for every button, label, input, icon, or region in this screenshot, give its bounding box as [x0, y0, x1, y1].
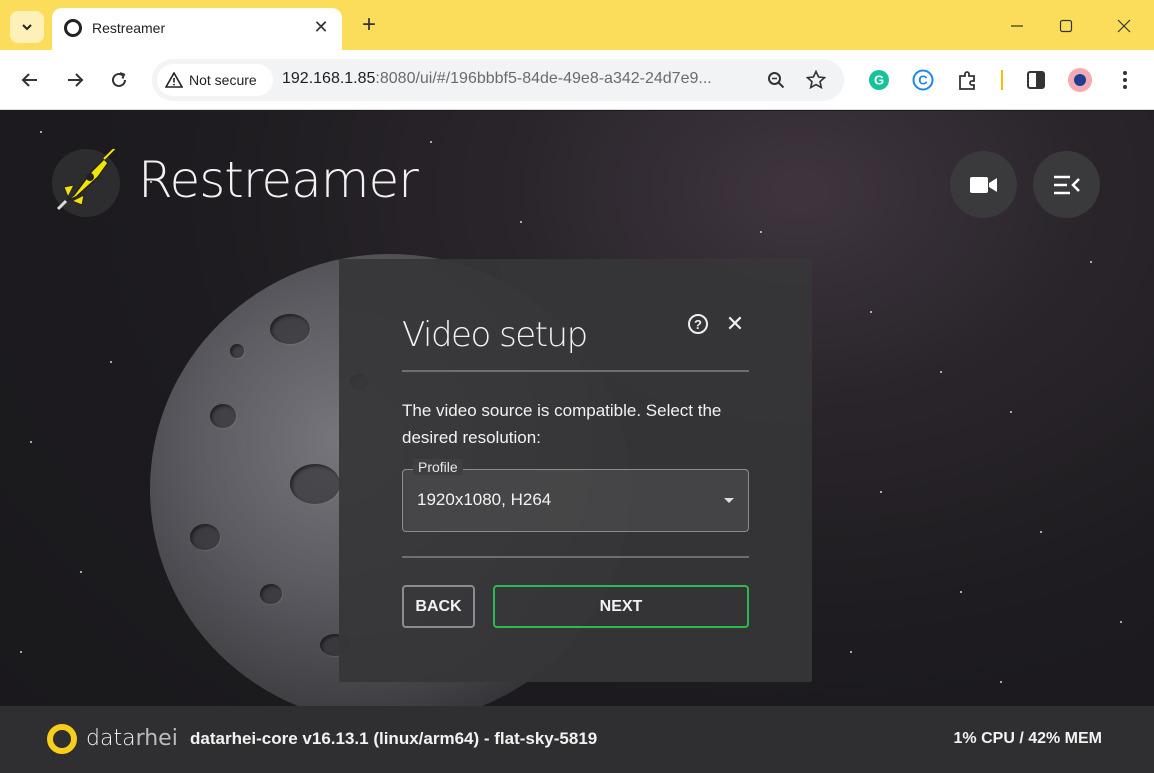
- toolbar-separator: [1001, 70, 1003, 90]
- rocket-icon: [56, 146, 117, 211]
- address-bar[interactable]: Not secure 192.168.1.85:8080/ui/#/196bbb…: [152, 59, 844, 101]
- browser-tab[interactable]: Restreamer ✕: [52, 8, 342, 50]
- star: [1090, 261, 1092, 263]
- profile-select[interactable]: Profile 1920x1080, H264: [402, 459, 749, 532]
- side-panel-icon[interactable]: [1023, 67, 1049, 93]
- crater: [270, 314, 310, 344]
- menu-button[interactable]: [1033, 151, 1100, 218]
- browser-tabbar: Restreamer ✕ +: [0, 0, 1154, 50]
- video-camera-button[interactable]: [950, 151, 1017, 218]
- bookmark-star-icon[interactable]: [804, 68, 828, 92]
- svg-text:C: C: [918, 73, 928, 88]
- forward-arrow-icon[interactable]: [58, 63, 92, 97]
- profile-label: Profile: [413, 459, 463, 475]
- next-button[interactable]: NEXT: [493, 585, 749, 628]
- star: [520, 221, 522, 223]
- warning-icon: [165, 72, 183, 88]
- star: [940, 371, 942, 373]
- crater: [230, 344, 244, 358]
- restreamer-favicon-icon: [64, 19, 82, 37]
- close-icon[interactable]: ✕: [723, 311, 747, 336]
- star: [760, 231, 762, 233]
- extension-c-icon[interactable]: C: [910, 67, 936, 93]
- resource-stats: 1% CPU / 42% MEM: [953, 730, 1102, 747]
- window-close-icon[interactable]: [1109, 11, 1139, 41]
- datarhei-brand: datarhei: [86, 726, 178, 751]
- new-tab-button[interactable]: +: [356, 12, 382, 38]
- browser-toolbar: Not secure 192.168.1.85:8080/ui/#/196bbb…: [0, 50, 1154, 110]
- star: [1010, 411, 1012, 413]
- brand-title: Restreamer: [138, 151, 419, 209]
- divider: [402, 370, 749, 372]
- menu-open-icon: [1053, 175, 1080, 194]
- star: [1040, 531, 1042, 533]
- dropdown-caret-icon: [724, 498, 734, 503]
- svg-text:G: G: [874, 73, 884, 88]
- star: [20, 651, 22, 653]
- grammarly-icon[interactable]: G: [866, 67, 892, 93]
- crater: [210, 404, 236, 428]
- minimize-icon[interactable]: [1002, 11, 1032, 41]
- maximize-icon[interactable]: [1051, 11, 1081, 41]
- star: [430, 141, 432, 143]
- star: [80, 571, 82, 573]
- crater: [260, 584, 282, 604]
- tab-search-button[interactable]: [10, 11, 44, 43]
- dialog-title: Video setup: [402, 315, 588, 355]
- url-path: :8080/ui/#/196bbbf5-84de-49e8-a342-24d7e…: [375, 70, 712, 87]
- back-button[interactable]: BACK: [402, 585, 475, 628]
- back-arrow-icon[interactable]: [13, 63, 47, 97]
- browser-menu-icon[interactable]: [1112, 67, 1138, 93]
- datarhei-logo-icon: [47, 724, 77, 754]
- crater: [290, 464, 340, 504]
- url-host: 192.168.1.85: [282, 70, 376, 87]
- star: [850, 651, 852, 653]
- star: [1000, 681, 1002, 683]
- url-text[interactable]: 192.168.1.85:8080/ui/#/196bbbf5-84de-49e…: [282, 70, 712, 88]
- security-label: Not secure: [189, 72, 257, 88]
- star: [870, 311, 872, 313]
- footer: datarhei datarhei-core v16.13.1 (linux/a…: [0, 706, 1154, 773]
- star: [40, 131, 42, 133]
- profile-value: 1920x1080, H264: [417, 490, 552, 509]
- chevron-down-icon: [22, 24, 32, 31]
- restreamer-logo[interactable]: [52, 146, 120, 217]
- star: [960, 591, 962, 593]
- help-icon[interactable]: ?: [688, 314, 708, 334]
- star: [1120, 621, 1122, 623]
- profile-avatar[interactable]: [1067, 67, 1093, 93]
- video-camera-icon: [969, 176, 997, 193]
- star: [880, 491, 882, 493]
- brand-main: data: [86, 726, 136, 751]
- dialog-description: The video source is compatible. Select t…: [402, 401, 722, 447]
- zoom-icon[interactable]: [764, 68, 788, 92]
- extensions-puzzle-icon[interactable]: [955, 67, 981, 93]
- reload-icon[interactable]: [102, 63, 136, 97]
- security-chip[interactable]: Not secure: [157, 64, 273, 96]
- star: [110, 361, 112, 363]
- tab-close-icon[interactable]: ✕: [310, 16, 332, 38]
- core-version: datarhei-core v16.13.1 (linux/arm64) - f…: [190, 729, 598, 748]
- video-setup-dialog: Video setup ? ✕ The video source is comp…: [339, 259, 812, 682]
- star: [30, 441, 32, 443]
- divider: [402, 556, 749, 558]
- tab-title: Restreamer: [92, 20, 166, 36]
- restreamer-app: Restreamer Video setup ? ✕ The video sou…: [0, 111, 1154, 773]
- crater: [190, 524, 220, 550]
- brand-sub: rhei: [135, 726, 178, 751]
